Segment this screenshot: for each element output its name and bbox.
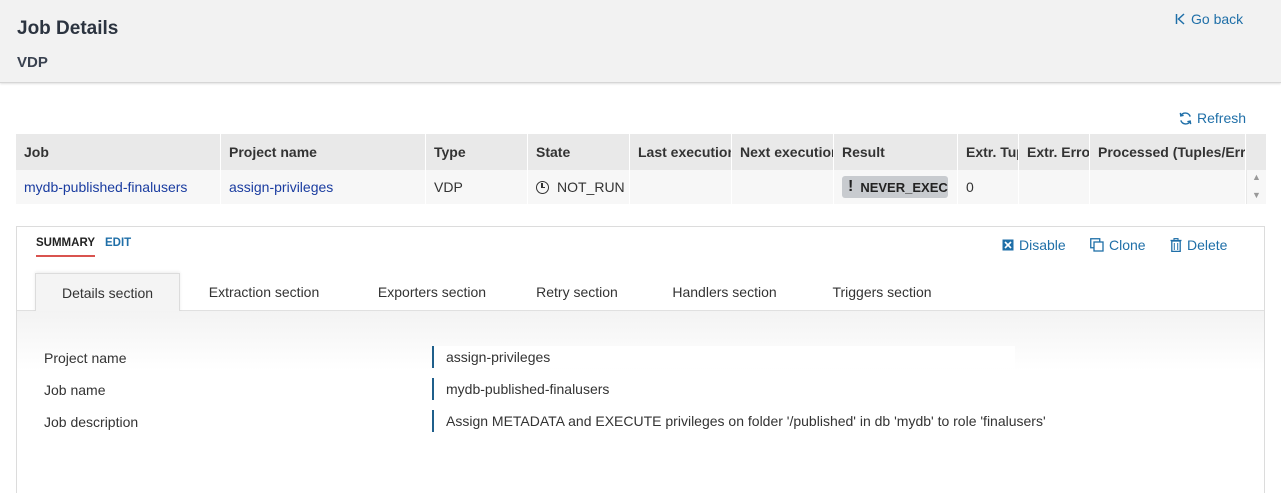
detail-label-job-name: Job name xyxy=(44,382,106,398)
type-cell: VDP xyxy=(426,170,528,204)
state-value: NOT_RUN xyxy=(557,179,625,195)
delete-label: Delete xyxy=(1187,237,1228,253)
column-header-project-name[interactable]: Project name xyxy=(221,134,426,170)
trash-icon xyxy=(1170,238,1182,252)
refresh-label: Refresh xyxy=(1197,110,1247,126)
state-cell: NOT_RUN xyxy=(528,170,630,204)
exclamation-icon: ! xyxy=(848,178,854,195)
column-header-type[interactable]: Type xyxy=(426,134,528,170)
table-scrollbar[interactable]: ▲ ▼ xyxy=(1246,170,1266,204)
detail-value-job-description: Assign METADATA and EXECUTE privileges o… xyxy=(432,410,1046,432)
detail-label-job-description: Job description xyxy=(44,414,139,430)
last-execution-cell xyxy=(630,170,732,204)
disable-button[interactable]: Disable xyxy=(1002,237,1066,253)
detail-label-project-name: Project name xyxy=(44,350,127,366)
column-header-extr-errors[interactable]: Extr. Errors xyxy=(1019,134,1090,170)
refresh-icon xyxy=(1179,111,1192,125)
column-header-next-execution[interactable]: Next execution xyxy=(732,134,834,170)
column-header-job[interactable]: Job xyxy=(16,134,221,170)
processed-cell xyxy=(1090,170,1246,204)
go-back-button[interactable]: Go back xyxy=(1175,11,1243,27)
delete-button[interactable]: Delete xyxy=(1170,237,1227,253)
result-badge: ! NEVER_EXECUTED xyxy=(842,176,948,198)
table-header-row: Job Project name Type State Last executi… xyxy=(16,134,1266,170)
extr-errors-cell xyxy=(1019,170,1090,204)
tab-extraction-section[interactable]: Extraction section xyxy=(189,273,339,311)
column-header-state[interactable]: State xyxy=(528,134,630,170)
skip-back-icon xyxy=(1175,13,1185,25)
summary-tab[interactable]: SUMMARY xyxy=(36,237,95,257)
scroll-down-icon[interactable]: ▼ xyxy=(1252,190,1261,200)
clock-icon xyxy=(536,180,549,194)
page-header: Job Details VDP Go back xyxy=(0,0,1281,83)
tab-triggers-section[interactable]: Triggers section xyxy=(817,273,947,311)
job-link[interactable]: mydb-published-finalusers xyxy=(16,170,221,204)
refresh-button[interactable]: Refresh xyxy=(1178,110,1246,126)
column-header-last-execution[interactable]: Last execution xyxy=(630,134,732,170)
disable-icon xyxy=(1002,239,1014,251)
details-section: Project name assign-privileges Job name … xyxy=(17,311,1264,493)
clone-label: Clone xyxy=(1109,237,1146,253)
column-header-extr-tuples[interactable]: Extr. Tup xyxy=(958,134,1019,170)
detail-value-project-name: assign-privileges xyxy=(432,346,1015,368)
jobs-table: Job Project name Type State Last executi… xyxy=(16,134,1266,204)
page-subtitle: VDP xyxy=(17,54,48,71)
extr-tuples-cell: 0 xyxy=(958,170,1019,204)
job-detail-panel: SUMMARY EDIT Disable Clone Delete Detail… xyxy=(16,226,1265,493)
column-header-result[interactable]: Result xyxy=(834,134,958,170)
column-header-processed[interactable]: Processed (Tuples/Errors) xyxy=(1090,134,1246,170)
result-value: NEVER_EXECUTED xyxy=(860,179,948,195)
page-title: Job Details xyxy=(17,18,119,39)
go-back-label: Go back xyxy=(1191,11,1244,27)
disable-label: Disable xyxy=(1019,237,1066,253)
detail-value-job-name: mydb-published-finalusers xyxy=(432,378,609,400)
project-link[interactable]: assign-privileges xyxy=(221,170,426,204)
clone-icon xyxy=(1090,238,1104,252)
next-execution-cell xyxy=(732,170,834,204)
clone-button[interactable]: Clone xyxy=(1090,237,1146,253)
tab-details-section[interactable]: Details section xyxy=(35,273,180,312)
table-row[interactable]: mydb-published-finalusers assign-privile… xyxy=(16,170,1266,204)
section-tabs: Details section Extraction section Expor… xyxy=(17,273,1264,312)
tab-handlers-section[interactable]: Handlers section xyxy=(657,273,792,311)
result-cell: ! NEVER_EXECUTED xyxy=(834,170,958,204)
tab-retry-section[interactable]: Retry section xyxy=(522,273,632,311)
scroll-up-icon[interactable]: ▲ xyxy=(1252,172,1261,182)
edit-tab[interactable]: EDIT xyxy=(105,237,131,249)
tab-exporters-section[interactable]: Exporters section xyxy=(357,273,507,311)
